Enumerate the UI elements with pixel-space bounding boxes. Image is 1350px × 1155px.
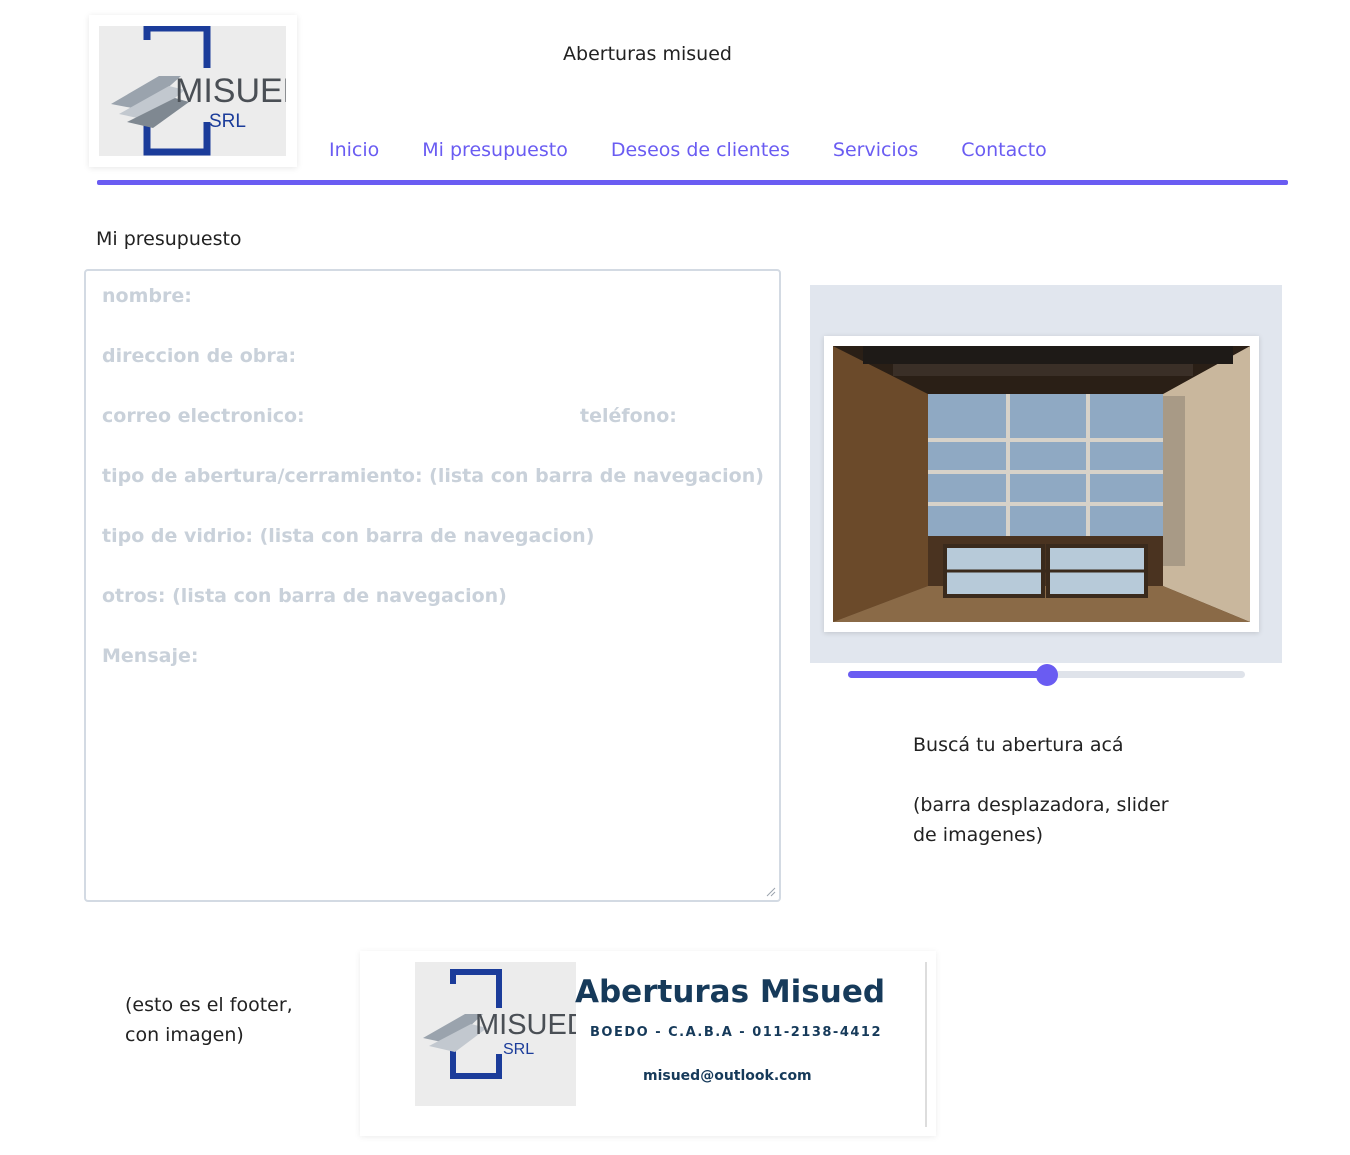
footer-logo: MISUED SRL: [415, 962, 588, 1106]
footer-note-line1: (esto es el footer,: [125, 994, 293, 1016]
resize-handle-icon[interactable]: [766, 887, 776, 897]
slider-note-line2: de imagenes): [913, 824, 1044, 846]
nav-servicios[interactable]: Servicios: [833, 139, 918, 161]
field-direccion: direccion de obra:: [102, 345, 297, 367]
slider-thumb[interactable]: [1035, 664, 1058, 686]
footer-image: MISUED SRL Aberturas Misued BOEDO - C.A.…: [415, 962, 927, 1127]
nav-inicio[interactable]: Inicio: [329, 139, 379, 161]
field-vidrio: tipo de vidrio: (lista con barra de nave…: [102, 525, 595, 547]
slider-note-line1: (barra desplazadora, slider: [913, 794, 1169, 816]
site-title: Aberturas misued: [563, 43, 732, 65]
slider-image-frame[interactable]: [824, 336, 1259, 632]
logo-image: MISUED SRL: [99, 24, 307, 156]
nav-mi-presupuesto[interactable]: Mi presupuesto: [422, 139, 568, 161]
footer-brand-title: Aberturas Misued: [575, 974, 886, 1010]
main-nav: Inicio Mi presupuesto Deseos de clientes…: [329, 139, 1047, 161]
slider-fill: [848, 671, 1047, 678]
field-telefono: teléfono:: [580, 405, 677, 427]
footer-card: MISUED SRL Aberturas Misued BOEDO - C.A.…: [360, 951, 936, 1136]
nav-contacto[interactable]: Contacto: [961, 139, 1047, 161]
slider-photo: [833, 346, 1250, 622]
section-title: Mi presupuesto: [96, 228, 242, 250]
field-nombre: nombre:: [102, 285, 192, 307]
footer-logo-sub-text: SRL: [503, 1041, 534, 1058]
footer-note-line2: con imagen): [125, 1024, 244, 1046]
slider-caption: Buscá tu abertura acá: [913, 734, 1124, 756]
logo-card[interactable]: MISUED SRL: [89, 15, 307, 167]
quote-form-textarea[interactable]: nombre: direccion de obra: correo electr…: [84, 269, 781, 902]
logo-sub-text: SRL: [209, 111, 246, 132]
nav-deseos-de-clientes[interactable]: Deseos de clientes: [611, 139, 790, 161]
footer-address: BOEDO - C.A.B.A - 011-2138-4412: [590, 1025, 882, 1040]
field-correo: correo electronico:: [102, 405, 305, 427]
field-abertura: tipo de abertura/cerramiento: (lista con…: [102, 465, 764, 487]
logo-mark: MISUED SRL: [111, 24, 307, 156]
logo-main-text: MISUED: [175, 72, 286, 110]
nav-underline: [97, 180, 1288, 185]
field-otros: otros: (lista con barra de navegacion): [102, 585, 507, 607]
footer-logo-main-text: MISUED: [475, 1009, 576, 1041]
footer-email[interactable]: misued@outlook.com: [643, 1068, 812, 1084]
field-mensaje: Mensaje:: [102, 645, 199, 667]
